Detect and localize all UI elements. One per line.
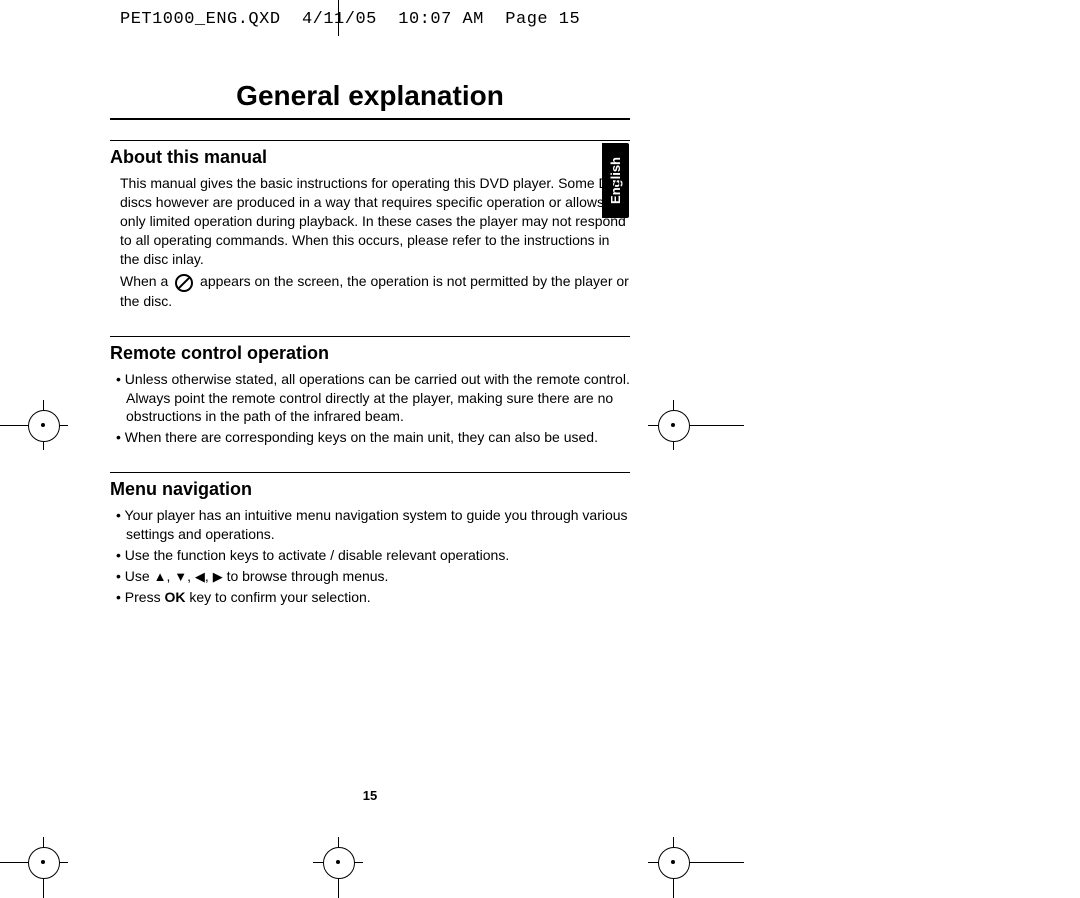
crop-line <box>0 425 22 426</box>
crop-mark-icon <box>313 837 363 887</box>
about-title: About this manual <box>110 147 630 168</box>
menu-b3-post: to browse through menus. <box>223 568 389 584</box>
crop-mark-icon <box>648 837 698 887</box>
remote-bullet-1: Unless otherwise stated, all operations … <box>110 370 630 427</box>
after-icon-text: appears on the screen, the operation is … <box>120 273 629 308</box>
crop-line <box>0 862 22 863</box>
menu-b4-pre: Press <box>125 589 165 605</box>
remote-bullet-2: When there are corresponding keys on the… <box>110 428 630 447</box>
menu-bullet-4: Press OK key to confirm your selection. <box>110 588 630 607</box>
arrow-left-icon: ◀ <box>195 569 205 584</box>
arrow-right-icon: ▶ <box>213 569 223 584</box>
menu-b4-post: key to confirm your selection. <box>185 589 370 605</box>
menu-b3-pre: Use <box>125 568 154 584</box>
section-remote: Remote control operation Unless otherwis… <box>110 336 630 448</box>
remote-title: Remote control operation <box>110 343 630 364</box>
crop-line <box>43 883 44 898</box>
ok-key-label: OK <box>164 589 185 605</box>
crop-line <box>338 883 339 898</box>
when-a-text: When a <box>120 273 168 289</box>
about-para1: This manual gives the basic instructions… <box>120 174 630 268</box>
page-title: General explanation <box>110 80 630 120</box>
crop-line <box>694 425 744 426</box>
section-menu: Menu navigation Your player has an intui… <box>110 472 630 606</box>
section-about: About this manual This manual gives the … <box>110 140 630 311</box>
about-para2: When a appears on the screen, the operat… <box>120 272 630 310</box>
crop-mark-icon <box>648 400 698 450</box>
crop-mark-icon <box>18 400 68 450</box>
arrow-down-icon: ▼ <box>174 569 187 584</box>
prohibit-icon <box>175 274 193 292</box>
menu-title: Menu navigation <box>110 479 630 500</box>
menu-bullet-2: Use the function keys to activate / disa… <box>110 546 630 565</box>
crop-line <box>694 862 744 863</box>
crop-mark-icon <box>18 837 68 887</box>
menu-bullet-3: Use ▲, ▼, ◀, ▶ to browse through menus. <box>110 567 630 586</box>
page-content: General explanation About this manual Th… <box>110 0 630 800</box>
crop-line <box>673 883 674 898</box>
crop-line <box>338 0 339 36</box>
menu-bullet-1: Your player has an intuitive menu naviga… <box>110 506 630 544</box>
arrow-up-icon: ▲ <box>154 569 167 584</box>
page-number: 15 <box>0 788 740 803</box>
